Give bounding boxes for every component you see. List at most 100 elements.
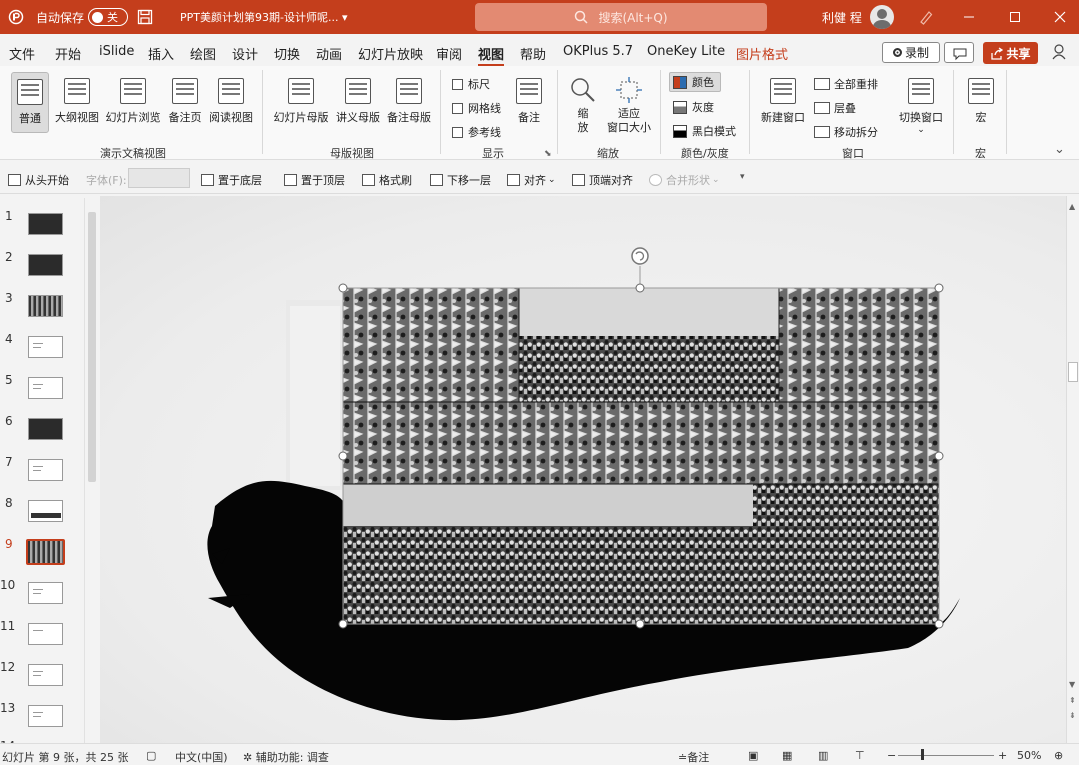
zoom-slider-thumb[interactable] [921,749,924,760]
slide-thumbnail-11[interactable] [28,623,63,645]
send-to-back-button[interactable]: 置于底层 [201,172,262,188]
slide-thumbnail-9[interactable] [26,539,65,565]
handout-master-button[interactable]: 讲义母版 [334,78,382,125]
sorter-view-status-icon[interactable]: ▦ [782,749,792,762]
save-icon[interactable] [137,0,153,34]
menu-slideshow[interactable]: 幻灯片放映 [358,44,423,63]
menu-design[interactable]: 设计 [232,44,258,63]
pen-icon[interactable] [918,0,934,34]
normal-view-status-icon[interactable]: ▣ [748,749,758,762]
slide-canvas [100,196,1066,743]
align-button[interactable]: 对齐 ⌄ [507,172,556,188]
zoom-out-icon[interactable]: − [887,749,896,762]
menu-picture-format[interactable]: 图片格式 [736,44,788,63]
slide-thumbnail-3[interactable] [28,295,63,317]
minimize-icon[interactable] [963,0,975,34]
menu-animations[interactable]: 动画 [316,44,342,63]
merge-shapes-button[interactable]: 合并形状 ⌄ [649,172,720,188]
slide-thumbnail-5[interactable] [28,377,63,399]
menu-islide[interactable]: iSlide [99,44,134,59]
arrange-all-button[interactable]: 全部重排 [814,76,878,92]
format-painter-button[interactable]: 格式刷 [362,172,412,188]
slide-thumbnail-13[interactable] [28,705,63,727]
view-reading-button[interactable]: 阅读视图 [207,78,255,125]
view-sorter-button[interactable]: 幻灯片浏览 [104,78,162,125]
slide-thumbnail-10[interactable] [28,582,63,604]
notes-page-icon [172,78,198,104]
share-button[interactable]: 共享 [983,42,1038,64]
view-notes-page-button[interactable]: 备注页 [166,78,204,125]
menu-help[interactable]: 帮助 [520,44,546,63]
menu-insert[interactable]: 插入 [148,44,174,63]
group-color: 颜色/灰度 [681,147,729,160]
new-window-button[interactable]: 新建窗口 [759,78,807,125]
search-box[interactable]: 搜索(Alt+Q) [475,3,767,31]
menu-onekey[interactable]: OneKey Lite [647,44,725,59]
move-split-button[interactable]: 移动拆分 [814,124,878,140]
align-top-button[interactable]: 顶端对齐 [572,172,633,188]
slide-master-button[interactable]: 幻灯片母版 [271,78,331,125]
color-icon [673,75,687,89]
autosave-toggle[interactable]: 关 [88,0,128,34]
slide-number: 5 [5,373,13,387]
slide-thumbnail-12[interactable] [28,664,63,686]
zoom-in-icon[interactable]: + [998,749,1007,762]
view-outline-button[interactable]: 大纲视图 [53,78,101,125]
show-dialog-launcher-icon[interactable]: ⬊ [544,149,552,159]
record-icon [892,48,902,57]
menu-transitions[interactable]: 切换 [274,44,300,63]
from-start-button[interactable]: 从头开始 [8,172,69,188]
menu-home[interactable]: 开始 [55,44,81,63]
switch-window-button[interactable]: 切换窗口 ⌄ [896,78,946,135]
close-icon[interactable] [1054,0,1066,34]
macros-button[interactable]: 宏 [966,78,996,125]
cascade-button[interactable]: 层叠 [814,100,856,116]
slide-number: 3 [5,291,13,305]
thumbnail-scrollbar[interactable] [84,198,98,743]
send-backward-button[interactable]: 下移一层 [430,172,491,188]
black-white-button[interactable]: 黑白模式 [673,123,736,139]
bring-to-front-button[interactable]: 置于顶层 [284,172,345,188]
fit-window-button[interactable]: 适应 窗口大小 [604,76,654,135]
record-button[interactable]: 录制 [882,42,940,63]
fit-slide-icon[interactable]: ⊕ [1054,749,1063,762]
slide-scrollbar[interactable]: ▲ ▼ ⇞ ⇟ [1066,196,1079,743]
menu-review[interactable]: 审阅 [436,44,462,63]
slide-thumbnail-6[interactable] [28,418,63,440]
menu-file[interactable]: 文件 [9,44,35,63]
gridlines-checkbox[interactable]: 网格线 [452,100,501,116]
zoom-level[interactable]: 50% [1017,749,1041,762]
view-normal-button[interactable]: 普通 [11,72,49,133]
slide-thumbnail-2[interactable] [28,254,63,276]
slideshow-status-icon[interactable]: ⊤ [855,749,865,762]
font-label: 字体(F): [86,174,127,187]
slide-number: 2 [5,250,13,264]
guides-checkbox[interactable]: 参考线 [452,124,501,140]
ribbon-collapse-icon[interactable]: ⌄ [1054,142,1065,157]
feedback-icon[interactable] [1050,42,1068,63]
group-zoom: 缩放 [597,147,619,160]
zoom-button[interactable]: 缩 放 [568,76,598,135]
comments-button[interactable] [944,42,974,63]
menu-view[interactable]: 视图 [478,44,505,67]
color-mode-button[interactable]: 颜色 [669,72,721,92]
menu-okplus[interactable]: OKPlus 5.7 [563,44,633,59]
slide-thumbnail-1[interactable] [28,213,63,235]
align-top-icon [572,174,585,186]
reading-view-status-icon[interactable]: ▥ [818,749,828,762]
font-name-field[interactable] [128,168,190,188]
slide-thumbnail-4[interactable] [28,336,63,358]
toolbar-more-icon[interactable]: ▾ [740,172,745,182]
maximize-icon[interactable] [1009,0,1021,34]
notes-master-button[interactable]: 备注母版 [385,78,433,125]
ruler-checkbox[interactable]: 标尺 [452,76,490,92]
slide-thumbnail-7[interactable] [28,459,63,481]
menu-draw[interactable]: 绘图 [190,44,216,63]
grayscale-button[interactable]: 灰度 [673,99,714,115]
slide-thumbnail-8[interactable] [28,500,63,522]
notes-button[interactable]: 备注 [514,78,544,125]
avatar[interactable] [870,5,894,29]
document-title[interactable]: PPT美颜计划第93期-设计师呢... ▾ [180,0,347,34]
zoom-slider[interactable] [898,755,994,756]
spelling-icon[interactable]: ▢ [146,749,156,762]
